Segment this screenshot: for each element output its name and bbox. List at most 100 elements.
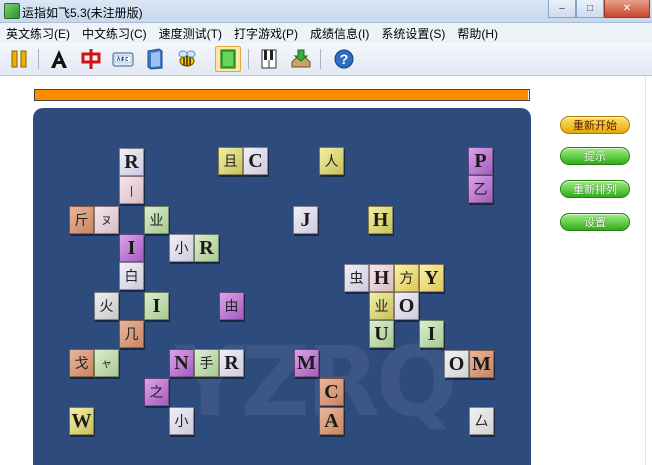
tile-char: O bbox=[448, 352, 465, 375]
tile-char: M bbox=[297, 351, 316, 374]
tile[interactable]: ヌ bbox=[94, 206, 119, 234]
tile[interactable]: R bbox=[119, 148, 144, 176]
tile-char: 斤 bbox=[74, 213, 89, 229]
help-icon-label: ? bbox=[340, 51, 349, 67]
tile[interactable]: M bbox=[469, 350, 494, 378]
chinese-char-icon[interactable] bbox=[78, 46, 104, 72]
tile-char: H bbox=[373, 266, 390, 289]
tile[interactable]: J bbox=[293, 206, 318, 234]
tile[interactable]: M bbox=[294, 349, 319, 377]
tile[interactable]: 由 bbox=[219, 292, 244, 320]
close-button[interactable]: ✕ bbox=[604, 0, 650, 18]
tile[interactable]: C bbox=[319, 378, 344, 406]
menu-settings[interactable]: 系统设置(S) bbox=[375, 25, 451, 42]
tile[interactable]: 业 bbox=[144, 206, 169, 234]
tile[interactable]: A bbox=[319, 407, 344, 435]
tile-char: W bbox=[71, 409, 92, 432]
menu-typing-games[interactable]: 打字游戏(P) bbox=[228, 25, 304, 42]
tile[interactable]: 戈 bbox=[69, 349, 94, 377]
tile-char: C bbox=[248, 149, 263, 172]
tile-char: 乙 bbox=[473, 182, 488, 198]
tile-char: C bbox=[324, 380, 339, 403]
tile-char: P bbox=[474, 149, 487, 172]
toolbar: ? bbox=[0, 43, 652, 76]
tile-char: R bbox=[124, 150, 139, 173]
tile-char: 小 bbox=[174, 414, 189, 430]
tile[interactable]: 人 bbox=[319, 147, 344, 175]
tile-char: 戈 bbox=[74, 356, 89, 372]
toolbar-separator bbox=[320, 49, 321, 69]
tile-char: 小 bbox=[174, 241, 189, 257]
english-letter-icon[interactable] bbox=[46, 46, 72, 72]
tile[interactable]: 乙 bbox=[468, 175, 493, 203]
tile[interactable]: 之 bbox=[144, 378, 169, 406]
tile-char: 方 bbox=[399, 271, 414, 287]
download-tray-icon[interactable] bbox=[288, 46, 314, 72]
right-divider bbox=[645, 76, 646, 465]
tile[interactable]: N bbox=[169, 349, 194, 377]
tile[interactable]: | bbox=[119, 176, 144, 204]
tile[interactable]: R bbox=[194, 234, 219, 262]
tile-char: 火 bbox=[99, 299, 114, 315]
tile[interactable]: 小 bbox=[169, 407, 194, 435]
restart-button[interactable]: 重新开始 bbox=[560, 116, 630, 134]
tile-char: 虫 bbox=[349, 271, 364, 287]
tile-char: I bbox=[427, 322, 436, 345]
tile[interactable]: 火 bbox=[94, 292, 119, 320]
abc-keyboard-icon[interactable] bbox=[110, 46, 136, 72]
tile[interactable]: W bbox=[69, 407, 94, 435]
app-icon bbox=[4, 3, 20, 19]
tile[interactable]: 方 bbox=[394, 264, 419, 292]
tile[interactable]: 手 bbox=[194, 349, 219, 377]
menu-help[interactable]: 帮助(H) bbox=[451, 25, 504, 42]
tile[interactable]: 且 bbox=[218, 147, 243, 175]
tile[interactable]: C bbox=[243, 147, 268, 175]
tile-char: J bbox=[300, 208, 311, 231]
tile[interactable]: O bbox=[444, 350, 469, 378]
settings-button[interactable]: 设置 bbox=[560, 213, 630, 231]
tile[interactable]: 厶 bbox=[469, 407, 494, 435]
piano-keys-icon[interactable] bbox=[256, 46, 282, 72]
help-icon[interactable]: ? bbox=[331, 46, 357, 72]
tile-char: 几 bbox=[124, 327, 139, 343]
tile-char: 且 bbox=[223, 154, 238, 170]
tile[interactable]: 业 bbox=[369, 292, 394, 320]
maximize-button[interactable]: □ bbox=[576, 0, 604, 18]
tile[interactable]: 白 bbox=[119, 262, 144, 290]
hint-button[interactable]: 提示 bbox=[560, 147, 630, 165]
tile[interactable]: H bbox=[369, 264, 394, 292]
tile-char: 手 bbox=[199, 356, 214, 372]
minimize-button[interactable]: – bbox=[548, 0, 576, 18]
tile-char: 人 bbox=[324, 154, 339, 170]
tile[interactable]: Y bbox=[419, 264, 444, 292]
tile[interactable]: I bbox=[419, 320, 444, 348]
tile-char: 白 bbox=[124, 269, 139, 285]
rearrange-button[interactable]: 重新排列 bbox=[560, 180, 630, 198]
tile-char: H bbox=[372, 208, 389, 231]
tile[interactable]: 小 bbox=[169, 234, 194, 262]
tile[interactable]: R bbox=[219, 349, 244, 377]
tile[interactable]: 虫 bbox=[344, 264, 369, 292]
tile[interactable]: I bbox=[119, 234, 144, 262]
game-bee-icon[interactable] bbox=[174, 46, 200, 72]
tile[interactable]: O bbox=[394, 292, 419, 320]
tile[interactable]: U bbox=[369, 320, 394, 348]
tile[interactable]: ャ bbox=[94, 349, 119, 377]
tile[interactable]: P bbox=[468, 147, 493, 175]
menu-english-practice[interactable]: 英文练习(E) bbox=[0, 25, 76, 42]
progress-fill bbox=[35, 90, 528, 100]
tile[interactable]: 几 bbox=[119, 320, 144, 348]
menu-scores[interactable]: 成绩信息(I) bbox=[304, 25, 375, 42]
menu-chinese-practice[interactable]: 中文练习(C) bbox=[76, 25, 153, 42]
green-book-icon[interactable] bbox=[215, 46, 241, 72]
book-icon[interactable] bbox=[142, 46, 168, 72]
tile[interactable]: H bbox=[368, 206, 393, 234]
tile[interactable]: I bbox=[144, 292, 169, 320]
pause-icon[interactable] bbox=[6, 46, 32, 72]
tile-char: 厶 bbox=[474, 414, 489, 430]
menu-speed-test[interactable]: 速度测试(T) bbox=[153, 25, 228, 42]
tile-char: R bbox=[199, 236, 214, 259]
tile[interactable]: 斤 bbox=[69, 206, 94, 234]
game-board: YZRQ R | 且 C 人 P 乙 斤 ヌ 业 J H I 小 R 白 虫 H… bbox=[33, 108, 531, 465]
tile-char: Y bbox=[424, 266, 439, 289]
